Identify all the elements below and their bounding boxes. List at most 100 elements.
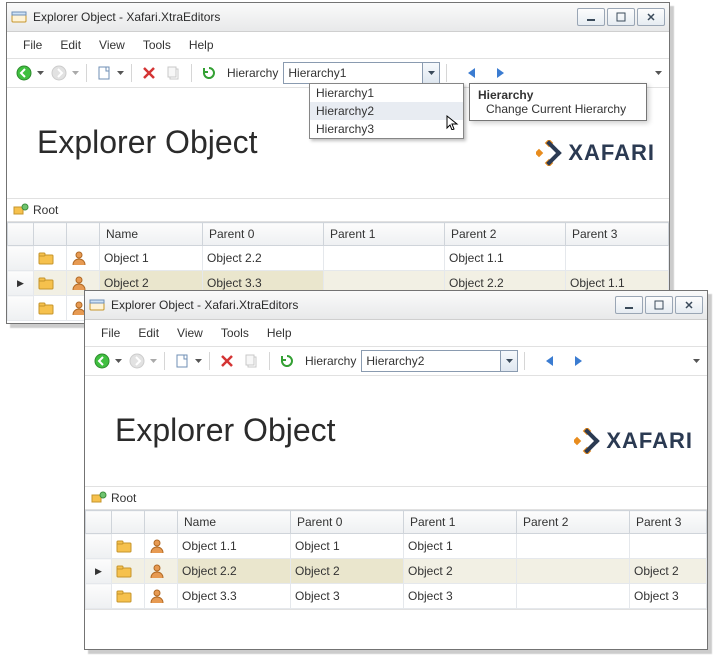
menu-edit[interactable]: Edit — [130, 324, 167, 342]
cell-p3[interactable]: Object 3 — [630, 584, 707, 609]
hierarchy-combo-button[interactable] — [422, 63, 439, 83]
nav-back-button[interactable] — [91, 350, 113, 372]
nav-forward-dropdown[interactable] — [70, 62, 80, 84]
col-parent3[interactable]: Parent 3 — [630, 511, 707, 534]
hierarchy-combo[interactable]: Hierarchy1 — [283, 62, 440, 84]
table-row[interactable]: ▶ Object 2.2 Object 2 Object 2 Object 2 — [86, 559, 707, 584]
cell-p2[interactable] — [517, 534, 630, 559]
menu-file[interactable]: File — [93, 324, 128, 342]
menu-file[interactable]: File — [15, 36, 50, 54]
col-parent3[interactable]: Parent 3 — [566, 223, 669, 246]
dropdown-item[interactable]: Hierarchy3 — [310, 120, 463, 138]
banner-title: Explorer Object — [115, 412, 336, 449]
col-parent1[interactable]: Parent 1 — [404, 511, 517, 534]
col-folder-icon[interactable] — [112, 511, 145, 534]
hierarchy-dropdown-list[interactable]: Hierarchy1 Hierarchy2 Hierarchy3 — [309, 83, 464, 139]
nav-forward-button[interactable] — [48, 62, 70, 84]
cell-p2[interactable]: Object 1.1 — [445, 246, 566, 271]
row-indicator: ▶ — [8, 271, 34, 296]
maximize-button[interactable] — [645, 296, 673, 314]
cell-p1[interactable]: Object 1 — [404, 534, 517, 559]
table-row[interactable]: Object 1 Object 2.2 Object 1.1 — [8, 246, 669, 271]
col-folder-icon[interactable] — [34, 223, 67, 246]
cell-name[interactable]: Object 1 — [100, 246, 203, 271]
new-dropdown[interactable] — [193, 350, 203, 372]
nav-back-button[interactable] — [13, 62, 35, 84]
nav-back-dropdown[interactable] — [113, 350, 123, 372]
hierarchy-combo-button[interactable] — [500, 351, 517, 371]
cell-p1[interactable]: Object 3 — [404, 584, 517, 609]
cell-p3[interactable] — [566, 246, 669, 271]
col-parent2[interactable]: Parent 2 — [445, 223, 566, 246]
dropdown-item[interactable]: Hierarchy1 — [310, 84, 463, 102]
new-button[interactable] — [171, 350, 193, 372]
col-parent0[interactable]: Parent 0 — [291, 511, 404, 534]
data-grid[interactable]: Name Parent 0 Parent 1 Parent 2 Parent 3… — [85, 510, 707, 609]
cell-p0[interactable]: Object 2 — [291, 559, 404, 584]
table-row[interactable]: Object 3.3 Object 3 Object 3 Object 3 — [86, 584, 707, 609]
menu-help[interactable]: Help — [181, 36, 222, 54]
delete-button[interactable] — [216, 350, 238, 372]
nav-forward-dropdown[interactable] — [148, 350, 158, 372]
col-name[interactable]: Name — [178, 511, 291, 534]
logo-text: XAFARI — [568, 140, 655, 166]
titlebar[interactable]: Explorer Object - Xafari.XtraEditors — [85, 291, 707, 320]
cell-p1[interactable]: Object 2 — [404, 559, 517, 584]
next-button[interactable] — [489, 62, 511, 84]
user-icon — [149, 538, 165, 554]
col-name[interactable]: Name — [100, 223, 203, 246]
cell-p0[interactable]: Object 2.2 — [203, 246, 324, 271]
table-row[interactable]: Object 1.1 Object 1 Object 1 — [86, 534, 707, 559]
cell-name[interactable]: Object 2.2 — [178, 559, 291, 584]
close-button[interactable] — [675, 296, 703, 314]
toolbar-overflow[interactable] — [653, 62, 663, 84]
hierarchy-combo[interactable]: Hierarchy2 — [361, 350, 518, 372]
close-button[interactable] — [637, 8, 665, 26]
new-button[interactable] — [93, 62, 115, 84]
col-parent1[interactable]: Parent 1 — [324, 223, 445, 246]
col-user-icon[interactable] — [67, 223, 100, 246]
nav-forward-button[interactable] — [126, 350, 148, 372]
cell-p2[interactable] — [517, 584, 630, 609]
clone-button[interactable] — [241, 350, 263, 372]
clone-button[interactable] — [163, 62, 185, 84]
toolbar-overflow[interactable] — [691, 350, 701, 372]
col-parent2[interactable]: Parent 2 — [517, 511, 630, 534]
menu-view[interactable]: View — [91, 36, 133, 54]
refresh-button[interactable] — [198, 62, 220, 84]
delete-button[interactable] — [138, 62, 160, 84]
breadcrumb-root[interactable]: Root — [33, 203, 58, 217]
breadcrumb-root[interactable]: Root — [111, 491, 136, 505]
dropdown-item[interactable]: Hierarchy2 — [310, 102, 463, 120]
prev-button[interactable] — [461, 62, 483, 84]
user-icon — [71, 250, 87, 266]
minimize-button[interactable] — [615, 296, 643, 314]
cell-name[interactable]: Object 3.3 — [178, 584, 291, 609]
cell-p0[interactable]: Object 3 — [291, 584, 404, 609]
menu-edit[interactable]: Edit — [52, 36, 89, 54]
cell-p3[interactable] — [630, 534, 707, 559]
col-user-icon[interactable] — [145, 511, 178, 534]
titlebar[interactable]: Explorer Object - Xafari.XtraEditors — [7, 3, 669, 32]
prev-button[interactable] — [539, 350, 561, 372]
new-dropdown[interactable] — [115, 62, 125, 84]
nav-back-dropdown[interactable] — [35, 62, 45, 84]
menubar: File Edit View Tools Help — [7, 32, 669, 59]
menu-tools[interactable]: Tools — [213, 324, 257, 342]
menu-view[interactable]: View — [169, 324, 211, 342]
cell-p2[interactable] — [517, 559, 630, 584]
cell-p1[interactable] — [324, 246, 445, 271]
next-button[interactable] — [567, 350, 589, 372]
cell-name[interactable]: Object 1.1 — [178, 534, 291, 559]
cell-p3[interactable]: Object 2 — [630, 559, 707, 584]
row-indicator-header — [86, 511, 112, 534]
hierarchy-label: Hierarchy — [227, 66, 278, 80]
menu-help[interactable]: Help — [259, 324, 300, 342]
menu-tools[interactable]: Tools — [135, 36, 179, 54]
refresh-button[interactable] — [276, 350, 298, 372]
tooltip-title: Hierarchy — [478, 88, 638, 102]
col-parent0[interactable]: Parent 0 — [203, 223, 324, 246]
maximize-button[interactable] — [607, 8, 635, 26]
minimize-button[interactable] — [577, 8, 605, 26]
cell-p0[interactable]: Object 1 — [291, 534, 404, 559]
